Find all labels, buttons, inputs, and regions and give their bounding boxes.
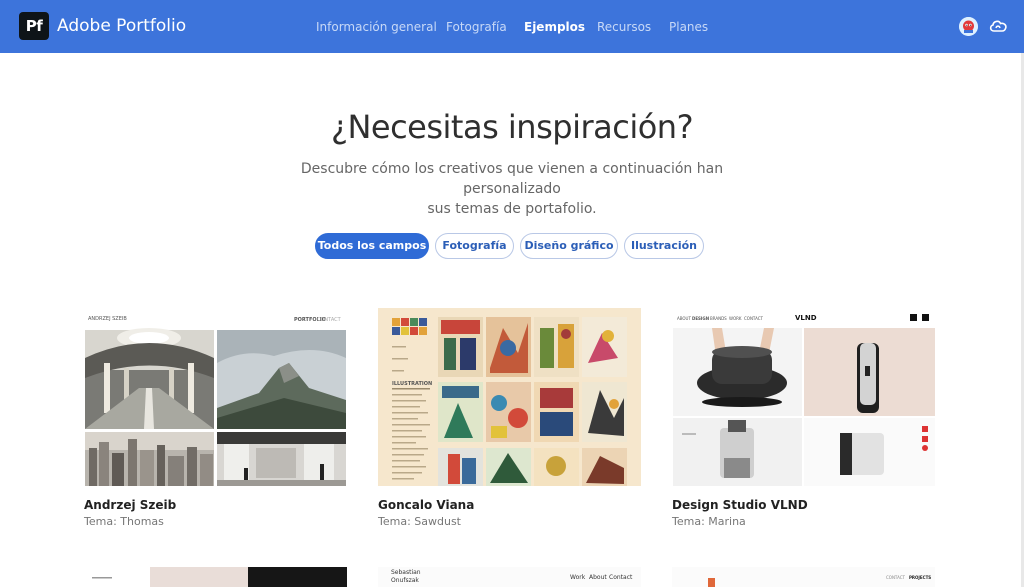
thumb-vlnd-logo: VLND: [795, 314, 817, 322]
partial-nav-contact: CONTACT: [886, 575, 905, 580]
card-theme-name: Tema: Sawdust: [378, 515, 461, 528]
thumb-nav-about: ABOUT: [677, 316, 691, 321]
portfolio-thumbnail[interactable]: ABOUT DESIGN BRANDS WORK CONTACT VLND: [672, 308, 935, 486]
main-nav: Información general Fotografía Ejemplos …: [0, 18, 1024, 36]
partial-nav-work: Work: [570, 574, 586, 581]
nav-resources[interactable]: Recursos: [597, 18, 651, 36]
thumb-nav-work: WORK: [729, 316, 742, 321]
partial-nav-about: About: [589, 574, 607, 581]
page-title: ¿Necesitas inspiración?: [330, 108, 694, 146]
page-subtitle: Descubre cómo los creativos que vienen a…: [300, 161, 724, 217]
thumb-nav-contact: CONTACT: [744, 316, 763, 321]
portfolio-card-partial-3[interactable]: CONTACT PROJECTS: [672, 567, 935, 587]
nav-photography[interactable]: Fotografía: [446, 18, 507, 36]
thumb-illustration-heading: ILLUSTRATION: [392, 381, 433, 387]
nav-overview[interactable]: Información general: [316, 18, 437, 36]
portfolio-card-partial-1[interactable]: [84, 567, 347, 587]
thumb-nav-brands: BRANDS: [710, 316, 727, 321]
filter-photography[interactable]: Fotografía: [435, 233, 514, 259]
nav-plans[interactable]: Planes: [669, 18, 708, 36]
portfolio-thumbnail[interactable]: ANDRZEJ SZEIB PORTFOLIO CONTACT: [84, 308, 347, 486]
filter-graphic-design[interactable]: Diseño gráfico: [520, 233, 618, 259]
user-avatar-icon[interactable]: [959, 17, 978, 36]
portfolio-card-partial-2[interactable]: Sebastian Onufszak Work About Contact: [378, 567, 641, 587]
nav-examples[interactable]: Ejemplos: [524, 18, 585, 36]
partial-name-line2: Onufszak: [391, 577, 419, 584]
card-author-name[interactable]: Andrzej Szeib: [84, 498, 176, 512]
card-author-name[interactable]: Design Studio VLND: [672, 498, 808, 512]
thumb-site-name: ANDRZEJ SZEIB: [88, 316, 127, 322]
card-author-name[interactable]: Goncalo Viana: [378, 498, 474, 512]
partial-name-line1: Sebastian: [391, 569, 421, 576]
card-theme-name: Tema: Marina: [672, 515, 746, 528]
filter-illustration[interactable]: Ilustración: [624, 233, 704, 259]
thumb-nav-contact: CONTACT: [317, 317, 341, 323]
thumb-nav-design: DESIGN: [692, 316, 710, 321]
card-theme-name: Tema: Thomas: [84, 515, 164, 528]
creative-cloud-icon[interactable]: [988, 17, 1008, 36]
filter-all-fields[interactable]: Todos los campos: [315, 233, 429, 259]
partial-nav-contact: Contact: [609, 574, 633, 581]
partial-nav-projects: PROJECTS: [909, 575, 932, 580]
portfolio-thumbnail[interactable]: ILLUSTRATION: [378, 308, 641, 486]
